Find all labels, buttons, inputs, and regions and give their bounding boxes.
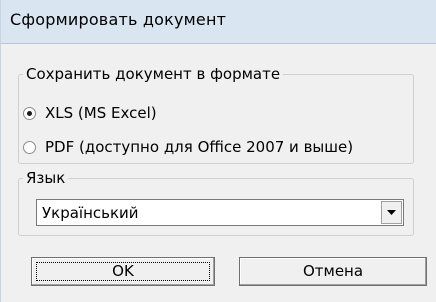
language-group-legend: Язык xyxy=(26,169,66,187)
cancel-button[interactable]: Отмена xyxy=(239,257,427,286)
cancel-button-label: Отмена xyxy=(302,262,364,280)
window-title: Сформировать документ xyxy=(10,10,227,29)
language-select[interactable]: Український xyxy=(36,199,404,226)
chevron-down-icon xyxy=(387,210,396,215)
ok-button[interactable]: OK xyxy=(31,257,215,286)
format-group-legend: Сохранить документ в формате xyxy=(26,65,281,83)
dialog-window: Сформировать документ Сохранить документ… xyxy=(0,0,436,302)
xls-radio-label: XLS (MS Excel) xyxy=(45,104,157,122)
format-option-xls[interactable]: XLS (MS Excel) xyxy=(23,104,157,122)
xls-radio[interactable] xyxy=(23,106,36,120)
format-option-pdf[interactable]: PDF (доступно для Office 2007 и выше) xyxy=(23,138,353,156)
language-select-value: Український xyxy=(42,204,139,222)
language-dropdown-button[interactable] xyxy=(381,201,402,224)
title-bar[interactable]: Сформировать документ xyxy=(1,0,436,44)
ok-button-label: OK xyxy=(112,262,134,280)
pdf-radio[interactable] xyxy=(23,140,36,154)
pdf-radio-label: PDF (доступно для Office 2007 и выше) xyxy=(45,138,354,156)
